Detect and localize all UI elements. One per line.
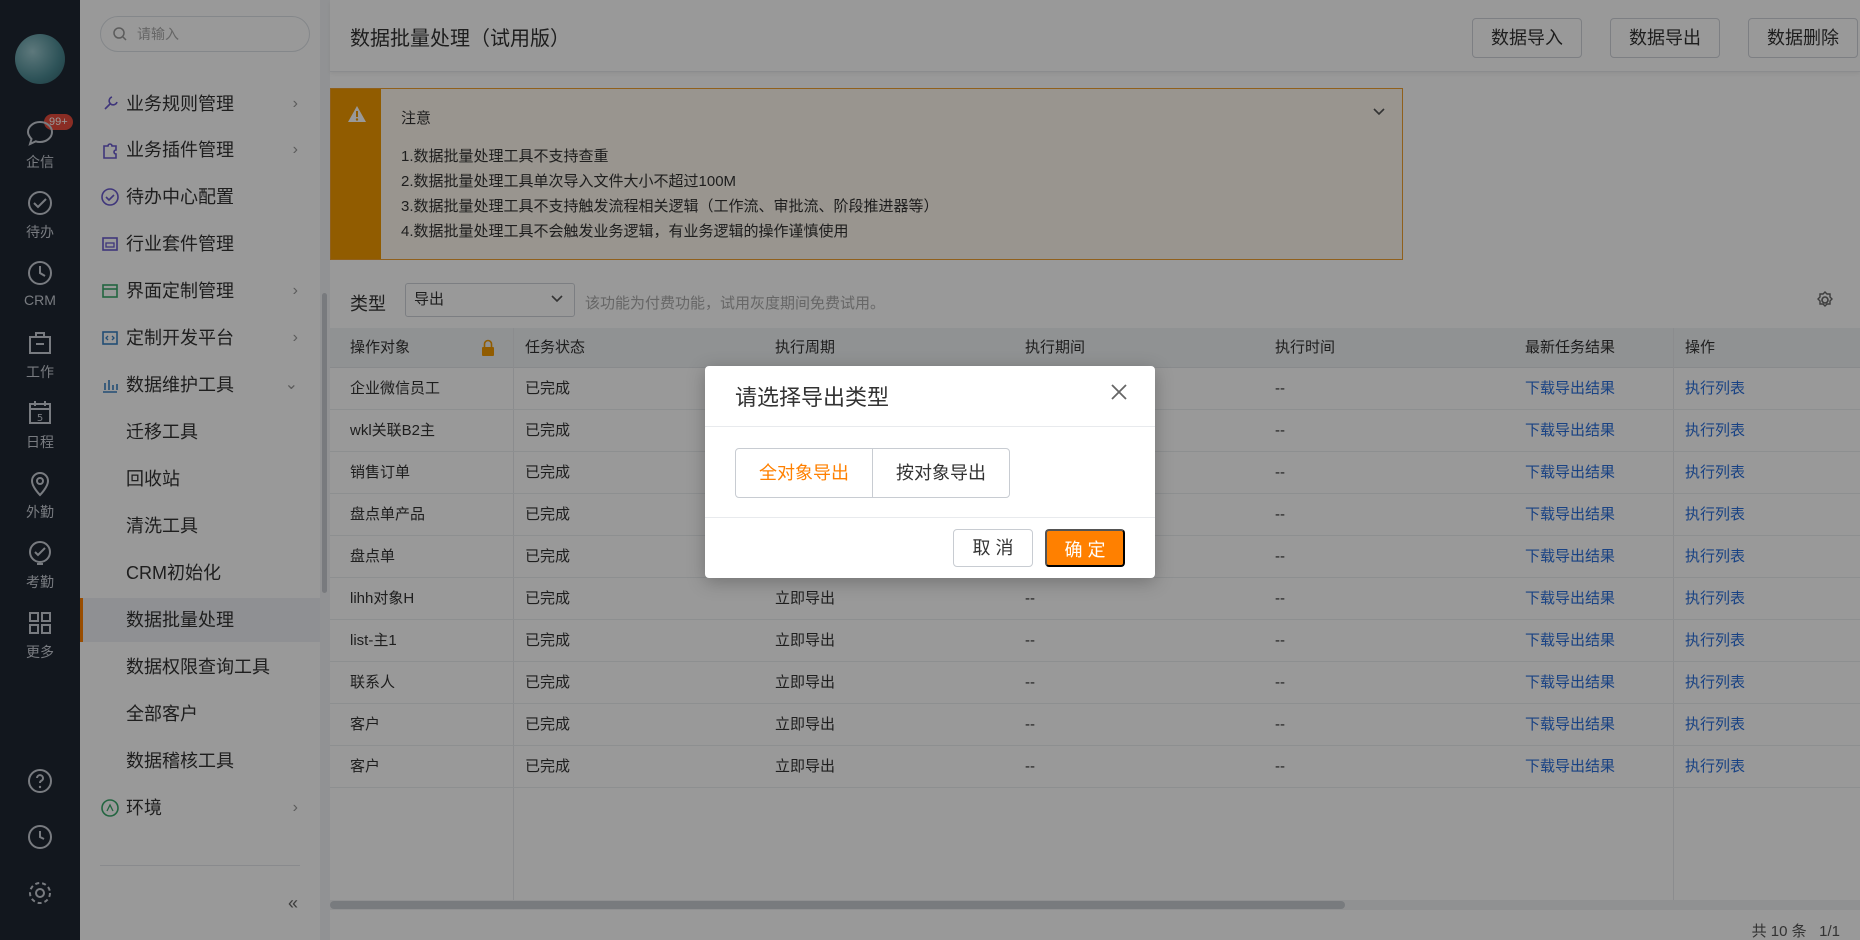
by-object-export-option[interactable]: 按对象导出: [872, 448, 1010, 498]
close-icon[interactable]: [1109, 382, 1129, 402]
cancel-button[interactable]: 取 消: [953, 529, 1033, 567]
export-type-dialog: 请选择导出类型 全对象导出 按对象导出 取 消 确 定: [705, 366, 1155, 578]
confirm-button[interactable]: 确 定: [1045, 529, 1125, 567]
dialog-divider: [705, 426, 1155, 427]
dialog-divider: [705, 517, 1155, 518]
dialog-title: 请选择导出类型: [735, 385, 890, 410]
all-objects-export-option[interactable]: 全对象导出: [735, 448, 873, 498]
